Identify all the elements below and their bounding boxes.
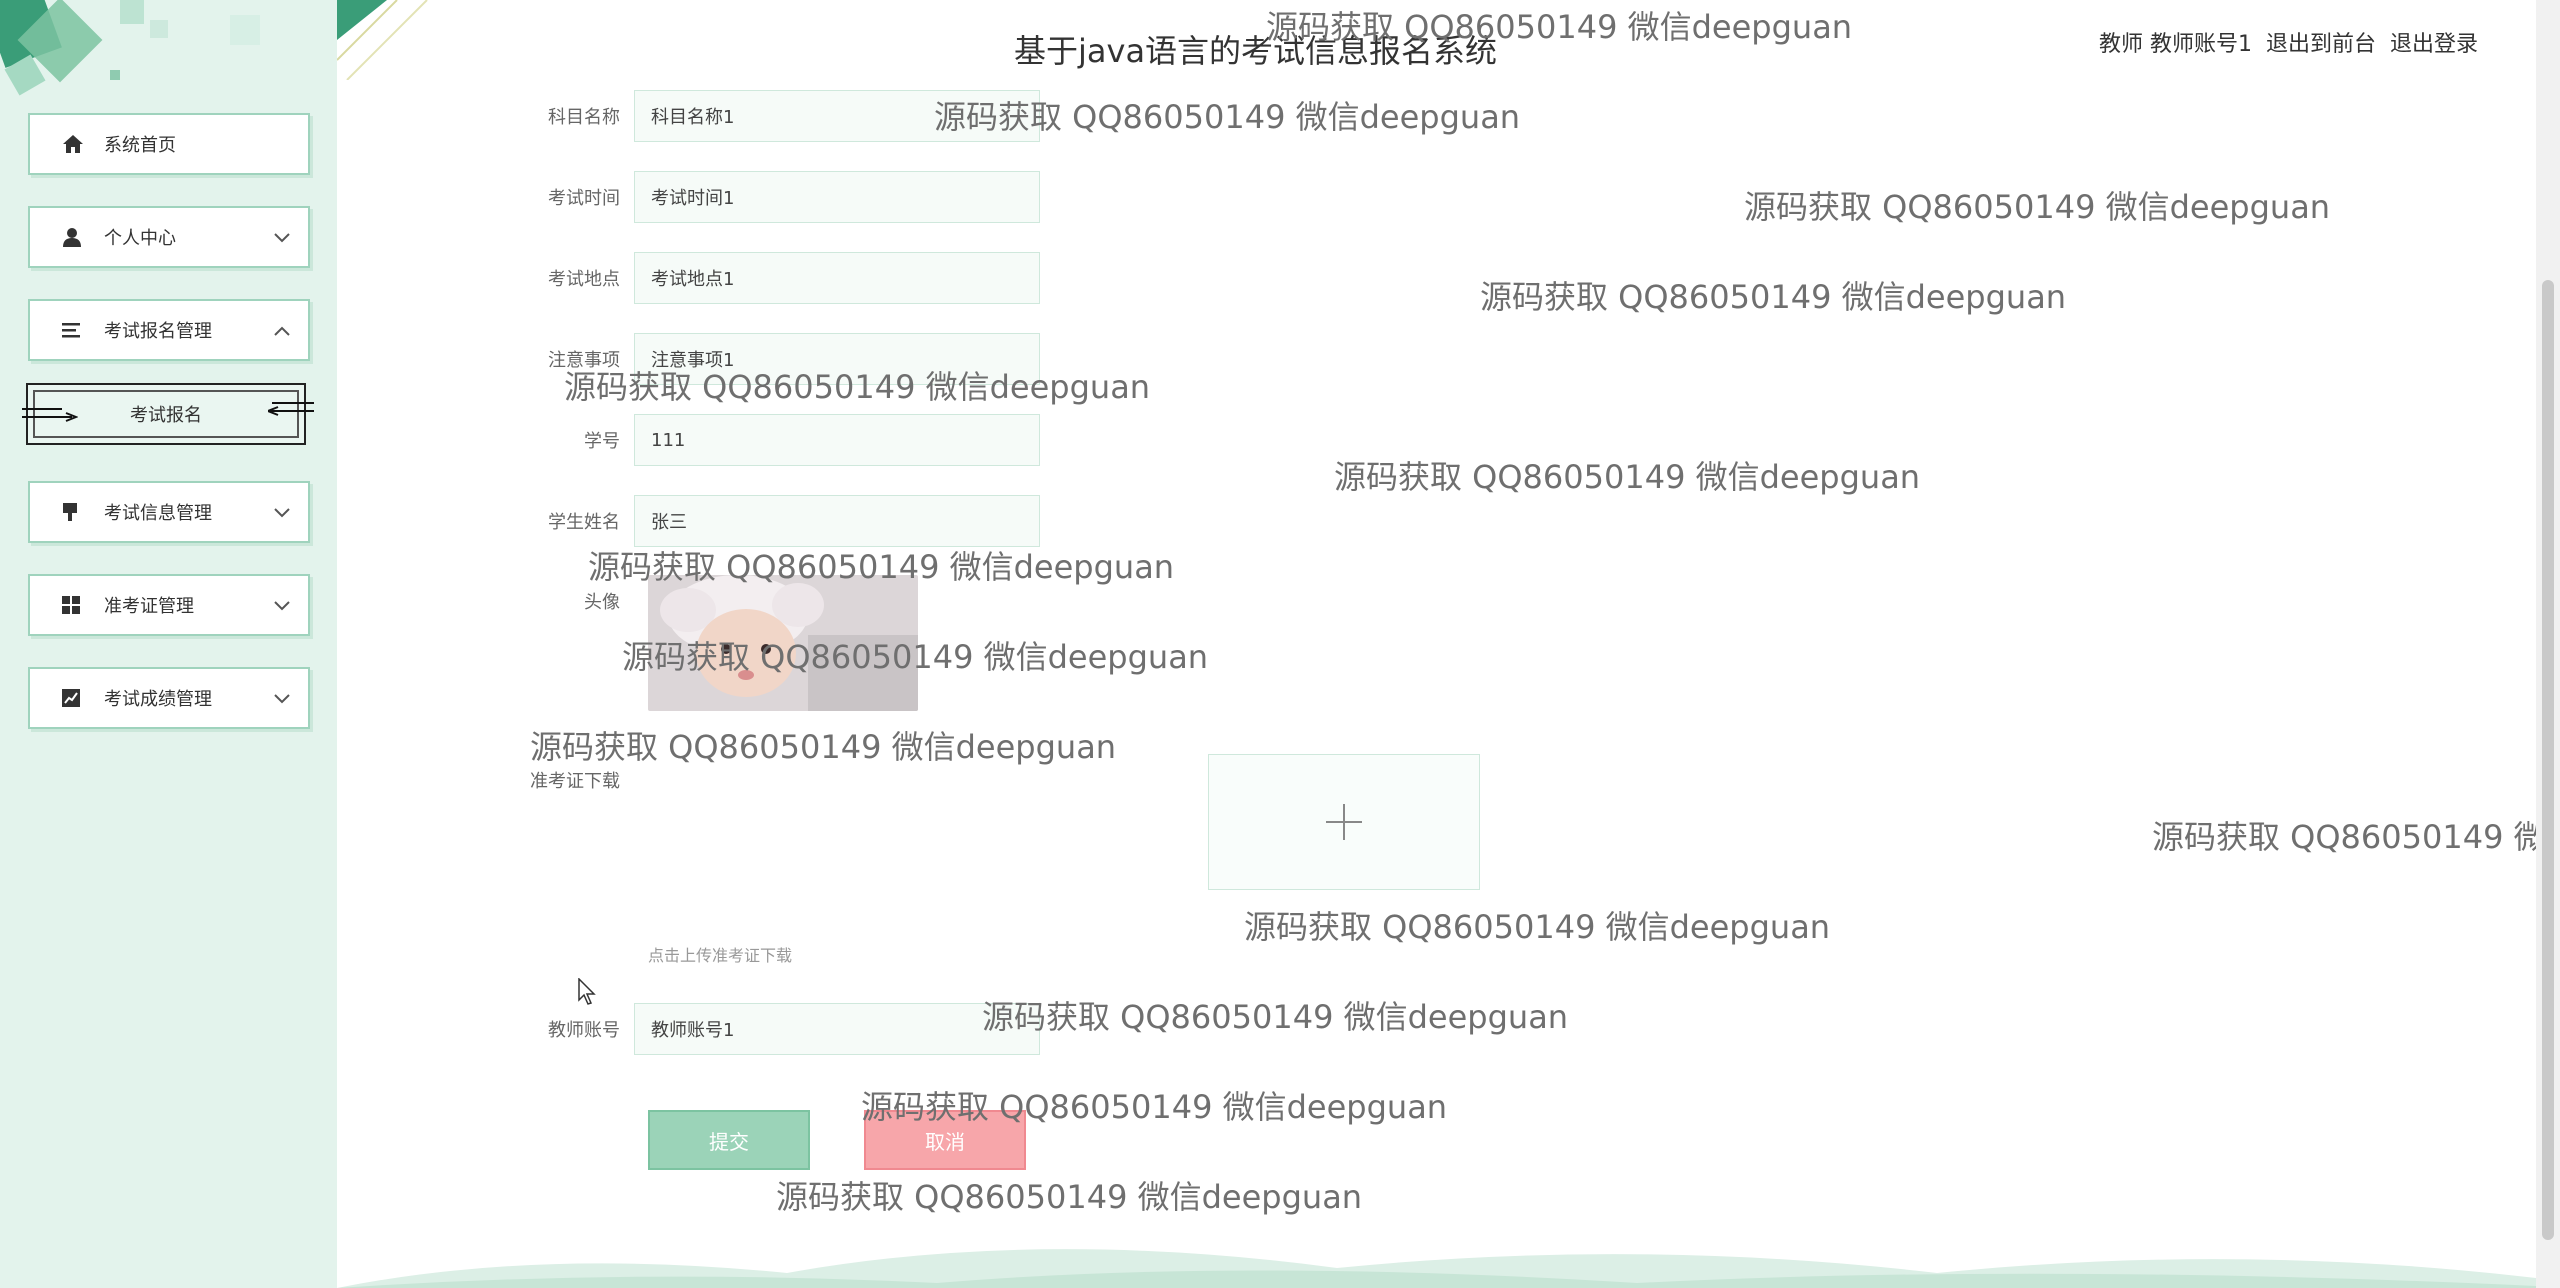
sidebar-item-label: 准考证管理 — [104, 596, 194, 617]
chevron-down-icon — [274, 596, 290, 615]
exit-to-front-link[interactable]: 退出到前台 — [2266, 26, 2376, 58]
upload-hint: 点击上传准考证下载 — [648, 946, 793, 965]
exam-time-input[interactable]: 考试时间1 — [634, 171, 1040, 223]
submit-button[interactable]: 提交 — [648, 1110, 810, 1170]
cancel-button[interactable]: 取消 — [864, 1110, 1026, 1170]
form-row-exam-location: 考试地点 考试地点1 — [520, 252, 1040, 304]
field-label: 教师账号 — [548, 1020, 620, 1041]
form-row-exam-time: 考试时间 考试时间1 — [520, 171, 1040, 223]
form-row-ticket: 准考证下载 — [520, 767, 634, 793]
field-label: 考试时间 — [548, 188, 620, 209]
arrow-deco-icon — [265, 397, 314, 421]
logout-link[interactable]: 退出登录 — [2390, 26, 2478, 58]
sidebar: 系统首页 个人中心 考试报名管理 考试报名 考试信息管理 准考证管理 考试成绩管… — [0, 0, 337, 1288]
chevron-down-icon — [274, 228, 290, 247]
watermark-text: 源码获取 QQ86050149 微信deepguan — [1744, 188, 2331, 226]
form-row-student-id: 学号 111 — [520, 414, 1040, 466]
subject-name-input[interactable]: 科目名称1 — [634, 90, 1040, 142]
ticket-upload-box[interactable] — [1208, 754, 1480, 890]
grid-icon — [62, 596, 102, 614]
form-row-avatar: 头像 — [520, 588, 634, 614]
home-icon — [62, 134, 102, 154]
teacher-account-input[interactable]: 教师账号1 — [634, 1003, 1040, 1055]
field-label: 头像 — [584, 592, 620, 613]
sidebar-item-exam-info[interactable]: 考试信息管理 — [28, 481, 310, 543]
chevron-down-icon — [274, 503, 290, 522]
sidebar-item-exam-registration[interactable]: 考试报名管理 — [28, 299, 310, 361]
sidebar-item-label: 个人中心 — [104, 228, 176, 249]
plus-icon — [1326, 804, 1362, 840]
sidebar-subitem-exam-registration[interactable]: 考试报名 — [22, 383, 314, 445]
top-links: 教师 教师账号1 退出到前台 退出登录 — [2099, 26, 2478, 58]
sidebar-item-label: 考试信息管理 — [104, 503, 212, 524]
student-id-input[interactable]: 111 — [634, 414, 1040, 466]
watermark-text: 源码获取 QQ86050149 微信deepguan — [1480, 278, 2067, 316]
form-row-teacher-account: 教师账号 教师账号1 — [520, 1003, 1040, 1055]
sidebar-item-label: 考试成绩管理 — [104, 689, 212, 710]
sidebar-item-label: 系统首页 — [104, 135, 176, 156]
sidebar-subitem-label: 考试报名 — [130, 405, 202, 426]
sidebar-item-label: 考试报名管理 — [104, 321, 212, 342]
student-name-input[interactable]: 张三 — [634, 495, 1040, 547]
sidebar-item-admission-ticket[interactable]: 准考证管理 — [28, 574, 310, 636]
sidebar-decoration — [0, 0, 260, 96]
vertical-scrollbar[interactable] — [2536, 0, 2560, 1288]
flag-icon — [62, 502, 102, 522]
notes-input[interactable]: 注意事项1 — [634, 333, 1040, 385]
watermark-text: 源码获取 QQ86050149 微信deepguan — [982, 998, 1569, 1036]
avatar-image — [648, 575, 918, 711]
sidebar-item-personal[interactable]: 个人中心 — [28, 206, 310, 268]
chevron-up-icon — [274, 321, 290, 340]
bottom-wave-decoration — [337, 1249, 2536, 1288]
chevron-down-icon — [274, 689, 290, 708]
field-label: 科目名称 — [548, 107, 620, 128]
mouse-cursor-icon — [578, 978, 596, 1005]
user-role-label: 教师 教师账号1 — [2098, 32, 2252, 57]
field-label: 学号 — [584, 431, 620, 452]
watermark-text: 源码获取 QQ86050149 微信deepguan — [1334, 458, 1921, 496]
chart-icon — [62, 689, 102, 707]
watermark-text: 源码获取 QQ86050149 微信deepguan — [530, 728, 1117, 766]
field-label: 准考证下载 — [530, 771, 620, 792]
watermark-text: 源码获取 QQ86050149 微信deepguan — [2152, 818, 2536, 856]
user-icon — [62, 227, 102, 247]
watermark-text: 源码获取 QQ86050149 微信deepguan — [1244, 908, 1831, 946]
arrow-deco-icon — [22, 403, 79, 427]
field-label: 注意事项 — [548, 350, 620, 371]
watermark-text: 源码获取 QQ86050149 微信deepguan — [776, 1178, 1363, 1216]
form-row-subject: 科目名称 科目名称1 — [520, 90, 1040, 142]
form-row-notes: 注意事项 注意事项1 — [520, 333, 1040, 385]
exam-location-input[interactable]: 考试地点1 — [634, 252, 1040, 304]
app-title: 基于java语言的考试信息报名系统 — [1014, 32, 1498, 70]
field-label: 学生姓名 — [548, 512, 620, 533]
field-label: 考试地点 — [548, 269, 620, 290]
list-icon — [62, 322, 102, 338]
header-decoration — [337, 0, 428, 80]
sidebar-item-home[interactable]: 系统首页 — [28, 113, 310, 175]
scrollbar-thumb[interactable] — [2542, 280, 2554, 1240]
form-row-student-name: 学生姓名 张三 — [520, 495, 1040, 547]
sidebar-item-exam-scores[interactable]: 考试成绩管理 — [28, 667, 310, 729]
